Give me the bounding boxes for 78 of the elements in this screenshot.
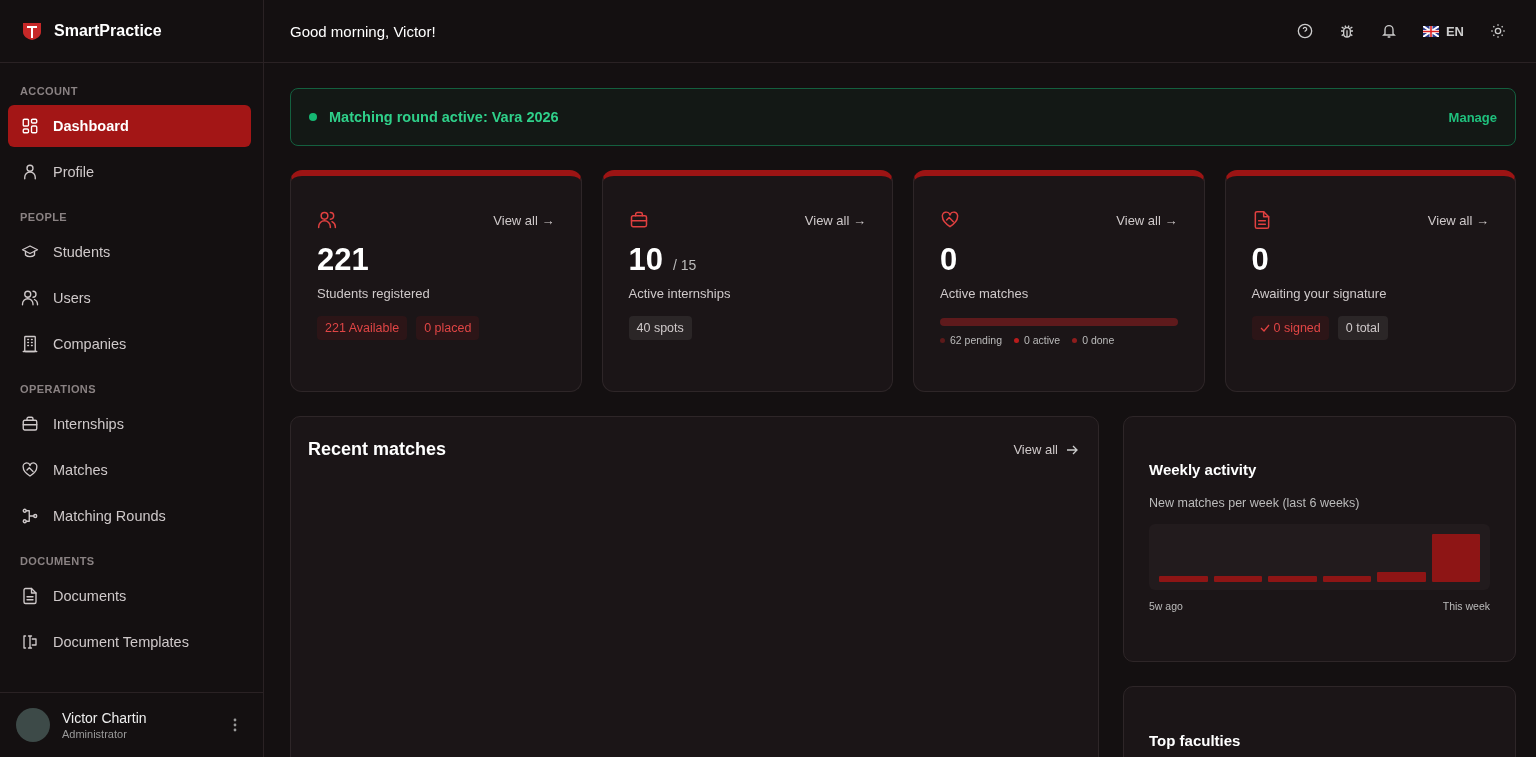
document-icon xyxy=(21,587,39,605)
bug-icon[interactable] xyxy=(1338,23,1355,39)
stat-badge: 0 total xyxy=(1337,316,1388,340)
stat-label: Active matches xyxy=(940,286,1030,301)
chart-bar xyxy=(1377,572,1426,582)
stat-badge: 0 placed xyxy=(416,316,480,340)
banner-text: Matching round active: Vara 2026 xyxy=(329,109,560,125)
notification-bell-icon[interactable] xyxy=(1380,23,1397,39)
shield-logo-icon xyxy=(22,22,42,40)
section-heading: DOCUMENTS xyxy=(19,554,96,569)
person-icon xyxy=(21,163,39,181)
user-role: Administrator xyxy=(62,728,128,740)
sun-icon[interactable] xyxy=(1490,23,1506,39)
stat-value: 0 xyxy=(1251,242,1269,278)
user-name: Victor Chartin xyxy=(62,710,148,726)
heart-handshake-icon xyxy=(940,210,960,230)
stat-value: 221 xyxy=(317,242,369,278)
panel-subtitle: New matches per week (last 6 weeks) xyxy=(1149,496,1361,510)
dashboard-grid-icon xyxy=(21,117,39,135)
section-heading: PEOPLE xyxy=(19,210,69,225)
building-icon xyxy=(21,335,39,353)
sidebar-item[interactable]: Matching Rounds xyxy=(8,495,251,537)
panel-title: Weekly activity xyxy=(1149,461,1258,478)
sidebar-item[interactable]: Matches xyxy=(8,449,251,491)
chart-bar xyxy=(1159,576,1208,582)
status-dot xyxy=(309,113,317,121)
sidebar-item[interactable]: Users xyxy=(8,277,251,319)
stat-badge: 40 spots xyxy=(628,316,692,340)
axis-label: This week xyxy=(1442,600,1490,612)
legend-label: 0 active xyxy=(1023,334,1061,346)
stat-total: / 15 xyxy=(673,257,697,273)
check-icon xyxy=(1259,323,1270,333)
view-all-link[interactable]: View all → xyxy=(1427,212,1489,228)
briefcase-icon xyxy=(21,415,39,433)
flag-icon xyxy=(1422,25,1439,37)
stat-badge: 221 Available xyxy=(317,316,408,340)
view-all-link[interactable]: View all → xyxy=(493,212,555,228)
sidebar-item[interactable]: Document Templates xyxy=(8,621,251,663)
sidebar-item[interactable]: Profile xyxy=(8,151,251,193)
sidebar-item[interactable]: Students xyxy=(8,231,251,273)
stat-label: Awaiting your signature xyxy=(1251,286,1388,301)
section-heading: OPERATIONS xyxy=(19,382,97,397)
legend-label: 62 pending xyxy=(950,334,1002,346)
sidebar-item[interactable]: Documents xyxy=(8,575,251,617)
panel-title: Recent matches xyxy=(308,439,447,460)
more-icon[interactable] xyxy=(233,718,237,732)
avatar xyxy=(16,708,50,742)
people-icon xyxy=(317,210,337,230)
stat-badge: 0 signed xyxy=(1251,316,1329,340)
stat-value: 0 xyxy=(940,242,958,278)
chart-bar xyxy=(1213,576,1262,582)
heart-handshake-icon xyxy=(21,461,39,479)
chart-bar xyxy=(1322,576,1371,582)
view-all-link[interactable]: View all xyxy=(1013,442,1078,457)
axis-label: 5w ago xyxy=(1149,600,1183,612)
view-all-link[interactable]: View all → xyxy=(804,212,866,228)
greeting: Good morning, Victor! xyxy=(290,22,436,40)
stat-value: 10 xyxy=(628,242,663,278)
arrow-right-icon xyxy=(1066,444,1078,455)
help-icon[interactable] xyxy=(1296,23,1313,39)
view-all-link[interactable]: View all → xyxy=(1116,212,1178,228)
stat-label: Active internships xyxy=(628,286,732,301)
chart-bar xyxy=(1431,534,1480,582)
section-heading: ACCOUNT xyxy=(19,84,79,99)
stat-label: Students registered xyxy=(317,286,431,301)
sidebar-item[interactable]: Internships xyxy=(8,403,251,445)
manage-link[interactable]: Manage xyxy=(1448,109,1497,125)
brand-name: SmartPractice xyxy=(54,22,162,40)
chart-bar xyxy=(1268,576,1317,582)
legend-label: 0 done xyxy=(1082,334,1115,346)
people-icon xyxy=(21,289,39,307)
language-button[interactable]: EN xyxy=(1422,23,1464,39)
flow-diagram-icon xyxy=(21,507,39,525)
panel-title: Top faculties xyxy=(1149,732,1241,749)
sidebar-item[interactable]: Companies xyxy=(8,323,251,365)
sidebar-item[interactable]: Dashboard xyxy=(8,105,251,147)
briefcase-icon xyxy=(628,210,649,230)
text-cursor-box-icon xyxy=(21,633,39,651)
